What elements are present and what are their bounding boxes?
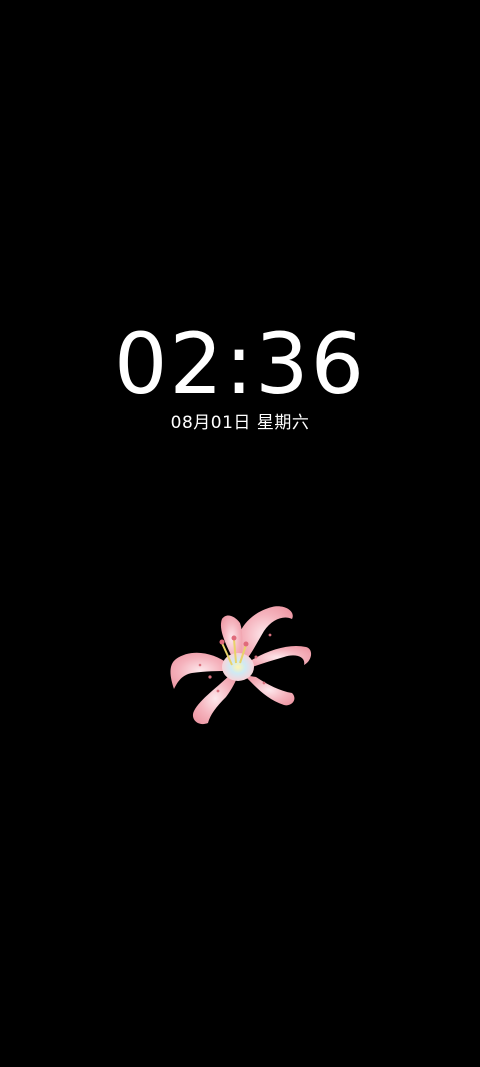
lily-flower-illustration	[160, 595, 320, 735]
lily-flower-icon	[170, 606, 312, 725]
clock-widget: 02:36 08月01日 星期六	[0, 318, 480, 434]
clock-date: 08月01日 星期六	[170, 413, 310, 433]
always-on-display-screen: { "screen": { "background_color": "#0000…	[0, 0, 480, 1067]
clock-time: 02:36	[113, 315, 367, 413]
